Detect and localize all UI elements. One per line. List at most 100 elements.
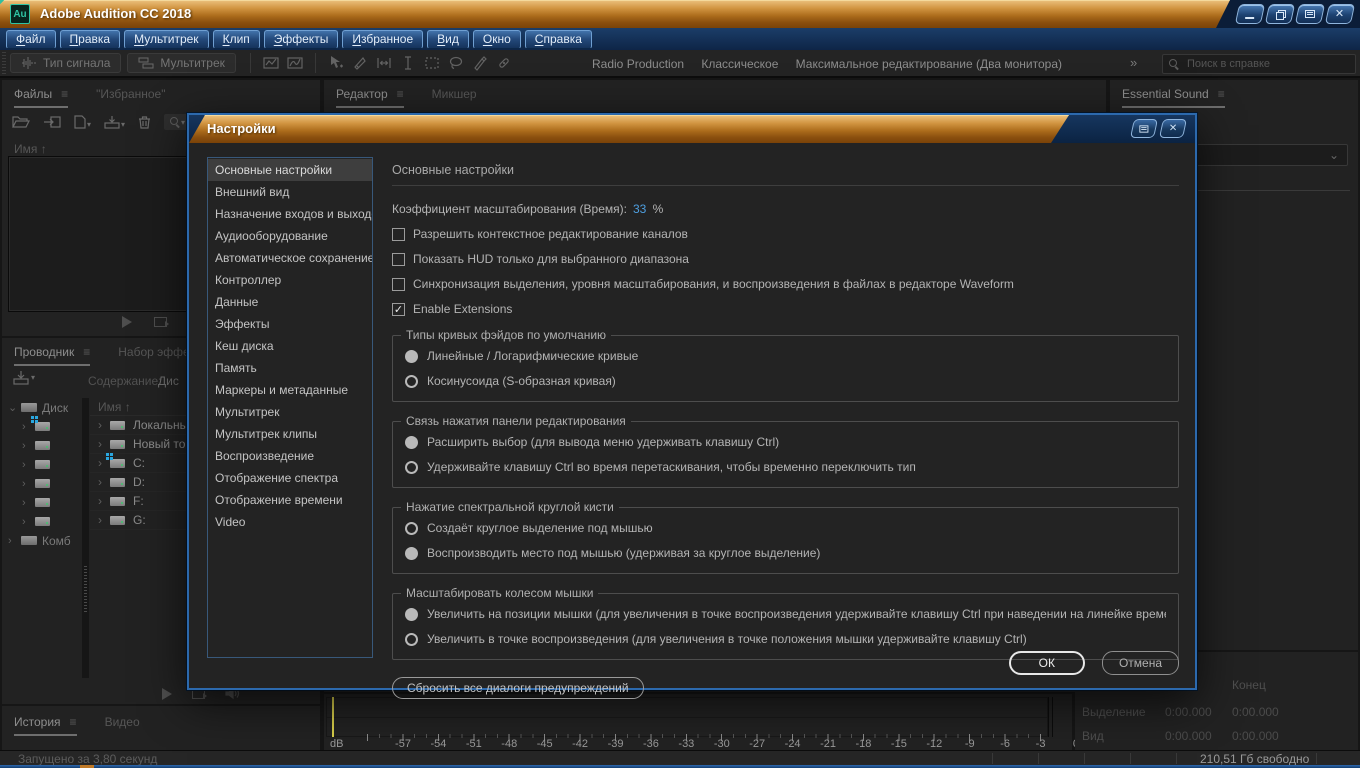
window-menu-button[interactable] xyxy=(1295,4,1325,24)
chevron-right-icon[interactable]: › xyxy=(22,459,30,471)
open-folder-button[interactable] xyxy=(12,115,30,129)
chevron-down-icon[interactable]: ⌄ xyxy=(8,401,16,414)
marquee-selection-tool[interactable] xyxy=(420,52,444,74)
paintbrush-selection-tool[interactable] xyxy=(468,52,492,74)
chevron-right-icon[interactable]: › xyxy=(22,516,30,528)
tab-media-browser[interactable]: Проводник≡ xyxy=(14,345,90,359)
category-item[interactable]: Автоматическое сохранение xyxy=(208,247,372,269)
menu-item[interactable]: Правка xyxy=(60,30,121,49)
tab-files[interactable]: Файлы≡ xyxy=(14,87,68,101)
radio-button-selected[interactable] xyxy=(405,608,418,621)
chevron-right-icon[interactable]: › xyxy=(8,535,16,547)
menu-item[interactable]: Мультитрек xyxy=(124,30,209,49)
chevron-right-icon[interactable]: › xyxy=(98,437,102,451)
close-button[interactable]: ✕ xyxy=(1325,4,1355,24)
chevron-right-icon[interactable]: › xyxy=(22,421,30,433)
category-item[interactable]: Video xyxy=(208,511,372,533)
loop-icon[interactable] xyxy=(192,689,205,699)
chevron-right-icon[interactable]: › xyxy=(22,497,30,509)
tree-splitter[interactable] xyxy=(82,398,89,678)
category-item[interactable]: Контроллер xyxy=(208,269,372,291)
workspace-button[interactable]: Максимальное редактирование (Два монитор… xyxy=(796,57,1062,71)
menu-item[interactable]: Вид xyxy=(427,30,469,49)
waveform-view-button[interactable]: Тип сигнала xyxy=(10,53,121,73)
category-item[interactable]: Кеш диска xyxy=(208,335,372,357)
tab-essential-sound[interactable]: Essential Sound≡ xyxy=(1122,87,1225,101)
tree-combined-item[interactable]: ›Комб xyxy=(8,531,80,550)
tree-drive-item[interactable]: › xyxy=(8,512,80,531)
chevron-right-icon[interactable]: › xyxy=(22,478,30,490)
category-item[interactable]: Память xyxy=(208,357,372,379)
reset-warning-dialogs-button[interactable]: Сбросить все диалоги предупреждений xyxy=(392,677,644,699)
category-item[interactable]: Воспроизведение xyxy=(208,445,372,467)
delete-button[interactable] xyxy=(138,115,151,129)
radio-button-selected[interactable] xyxy=(405,350,418,363)
loop-icon[interactable] xyxy=(154,317,167,327)
multitrack-view-button[interactable]: Мультитрек xyxy=(127,53,235,73)
radio-button[interactable] xyxy=(405,522,418,535)
panel-menu-icon[interactable]: ≡ xyxy=(70,715,77,729)
category-item[interactable]: Данные xyxy=(208,291,372,313)
lasso-selection-tool[interactable] xyxy=(444,52,468,74)
menu-item[interactable]: Файл xyxy=(6,30,56,49)
import-into-project-button[interactable]: ▾ xyxy=(12,370,35,385)
category-item[interactable]: Назначение входов и выходов xyxy=(208,203,372,225)
radio-button[interactable] xyxy=(405,375,418,388)
category-item[interactable]: Отображение спектра xyxy=(208,467,372,489)
new-file-button[interactable]: ▾ xyxy=(74,115,91,129)
chevron-right-icon[interactable]: › xyxy=(98,513,102,527)
checkbox-checked[interactable]: ✓ xyxy=(392,303,405,316)
chevron-right-icon[interactable]: › xyxy=(98,494,102,508)
time-selection-tool[interactable] xyxy=(396,52,420,74)
checkbox[interactable] xyxy=(392,228,405,241)
category-item[interactable]: Эффекты xyxy=(208,313,372,335)
zoom-factor-value[interactable]: 33 xyxy=(633,202,646,216)
menu-item[interactable]: Справка xyxy=(525,30,592,49)
radio-button[interactable] xyxy=(405,461,418,474)
toolbar-grip[interactable] xyxy=(2,52,6,74)
menu-item[interactable]: Эффекты xyxy=(264,30,339,49)
category-item[interactable]: Основные настройки xyxy=(208,159,372,181)
dialog-titlebar[interactable]: Настройки ✕ xyxy=(189,115,1195,143)
menu-item[interactable]: Избранное xyxy=(342,30,423,49)
view-end-value[interactable]: 0:00.000 xyxy=(1232,729,1279,743)
category-item[interactable]: Отображение времени xyxy=(208,489,372,511)
dialog-menu-button[interactable] xyxy=(1130,119,1158,138)
radio-button-selected[interactable] xyxy=(405,436,418,449)
help-search-input[interactable] xyxy=(1185,57,1335,71)
workspace-overflow-chevron[interactable]: » xyxy=(1130,55,1137,70)
tree-drive-item[interactable]: › xyxy=(8,493,80,512)
checkbox[interactable] xyxy=(392,278,405,291)
tree-drive-item[interactable]: › xyxy=(8,474,80,493)
tree-drive-item[interactable]: › xyxy=(8,436,80,455)
spectral-frequency-display-button[interactable] xyxy=(259,52,283,74)
tab-history[interactable]: История≡ xyxy=(14,715,77,729)
radio-button[interactable] xyxy=(405,633,418,646)
tab-video[interactable]: Видео xyxy=(105,715,140,729)
category-item[interactable]: Мультитрек xyxy=(208,401,372,423)
minimize-button[interactable] xyxy=(1235,4,1265,24)
spectral-pitch-display-button[interactable] xyxy=(283,52,307,74)
workspace-button[interactable]: Radio Production xyxy=(592,57,684,71)
chevron-right-icon[interactable]: › xyxy=(98,456,102,470)
tab-mixer[interactable]: Микшер xyxy=(432,87,477,101)
panel-menu-icon[interactable]: ≡ xyxy=(1218,87,1225,101)
tab-favorites[interactable]: "Избранное" xyxy=(96,87,165,101)
content-dropdown[interactable]: Дис xyxy=(158,374,188,388)
files-column-header[interactable]: Имя ↑ xyxy=(14,142,47,156)
play-icon[interactable] xyxy=(162,688,172,700)
category-item[interactable]: Внешний вид xyxy=(208,181,372,203)
selection-start-value[interactable]: 0:00.000 xyxy=(1165,705,1212,719)
razor-tool[interactable] xyxy=(348,52,372,74)
radio-button-selected[interactable] xyxy=(405,547,418,560)
category-item[interactable]: Мультитрек клипы xyxy=(208,423,372,445)
category-item[interactable]: Маркеры и метаданные xyxy=(208,379,372,401)
level-meter[interactable] xyxy=(326,697,1048,737)
move-tool[interactable] xyxy=(324,52,348,74)
workspace-button[interactable]: Классическое xyxy=(701,57,778,71)
cancel-button[interactable]: Отмена xyxy=(1102,651,1179,675)
ok-button[interactable]: ОК xyxy=(1009,651,1085,675)
selection-end-value[interactable]: 0:00.000 xyxy=(1232,705,1279,719)
spot-healing-brush-tool[interactable] xyxy=(492,52,516,74)
view-start-value[interactable]: 0:00.000 xyxy=(1165,729,1212,743)
